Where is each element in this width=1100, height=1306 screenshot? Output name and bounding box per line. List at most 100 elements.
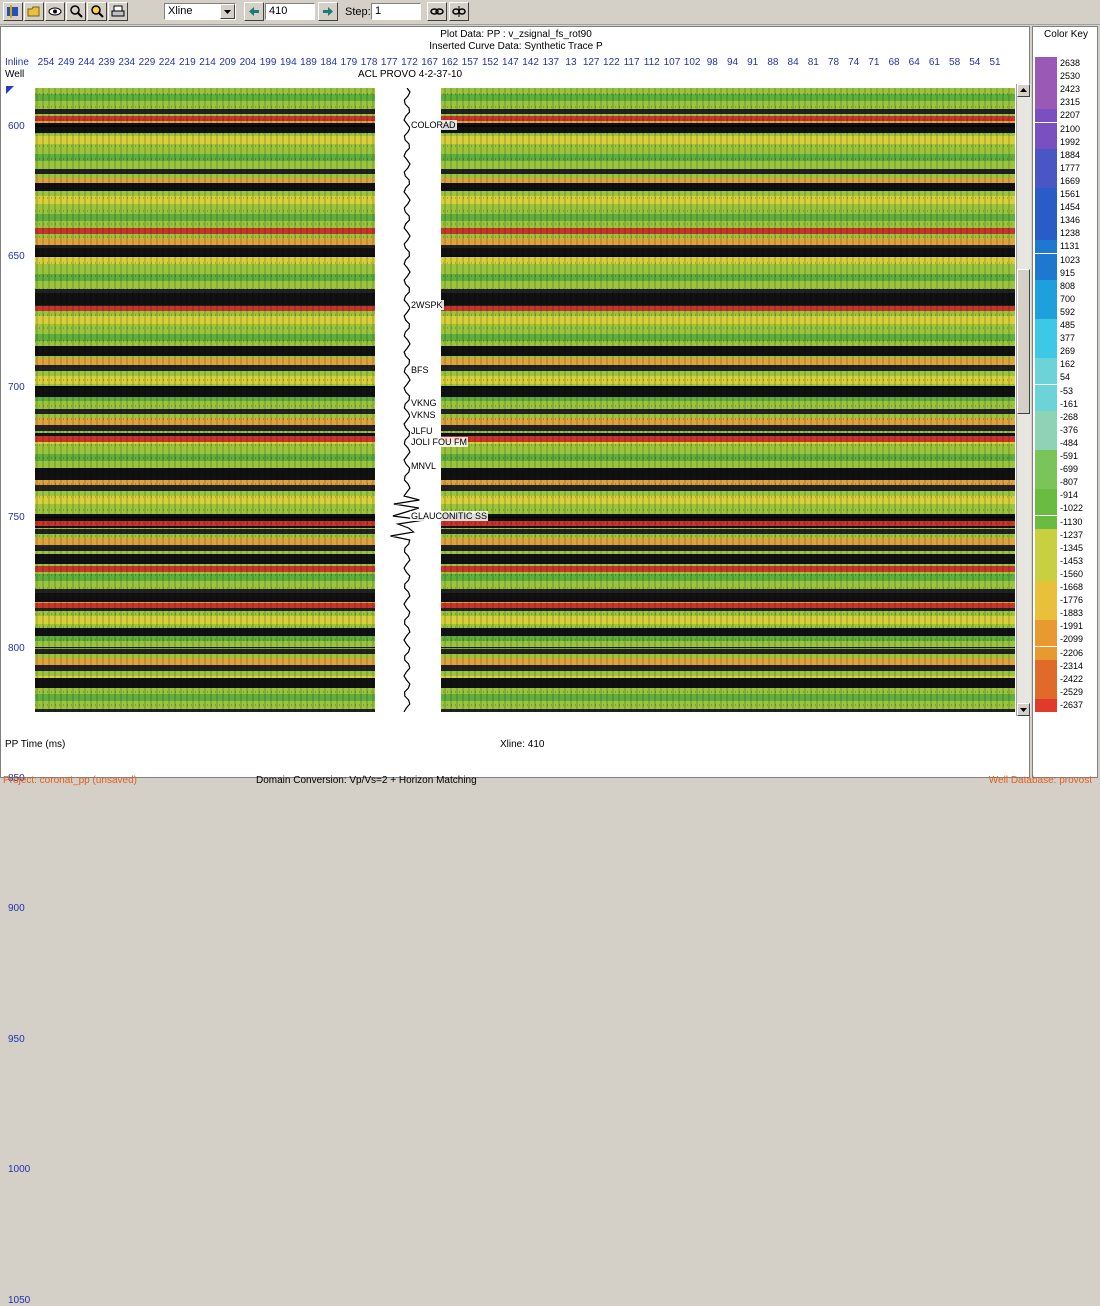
prev-line-button[interactable] <box>244 2 264 21</box>
strong-reflector <box>35 593 1015 602</box>
color-key-value: 1238 <box>1060 228 1081 239</box>
color-key-swatch <box>1035 332 1057 346</box>
color-key-value: 1346 <box>1060 215 1081 226</box>
inline-tick-label: 209 <box>219 57 237 68</box>
print-icon[interactable] <box>108 2 128 21</box>
color-key-value: -2206 <box>1060 647 1084 658</box>
inline-tick-label: 234 <box>118 57 136 68</box>
reflector-band <box>35 109 1015 114</box>
reflector-band <box>35 376 1015 384</box>
inline-tick-label: 162 <box>441 57 459 68</box>
color-key-swatch <box>1035 109 1057 123</box>
inline-tick-label: 219 <box>178 57 196 68</box>
strong-reflector <box>35 183 1015 191</box>
color-key-swatch <box>1035 489 1057 503</box>
reflector-band <box>35 208 1015 214</box>
reflector-band <box>35 136 1015 144</box>
strong-reflector <box>35 346 1015 356</box>
strong-reflector <box>35 293 1015 305</box>
inline-tick-label: 98 <box>706 57 718 68</box>
reflector-band <box>35 454 1015 461</box>
color-key-swatch <box>1035 515 1057 529</box>
reflector-band <box>35 264 1015 268</box>
color-key-value: -2099 <box>1060 634 1084 645</box>
color-key-swatch <box>1035 201 1057 215</box>
reflector-band <box>35 504 1015 508</box>
color-key-swatch <box>1035 607 1057 621</box>
strong-reflector <box>35 386 1015 397</box>
color-key-value: -484 <box>1060 437 1079 448</box>
reflector-band <box>35 94 1015 101</box>
time-tick-label: 950 <box>8 1033 25 1045</box>
vertical-scrollbar[interactable] <box>1016 84 1031 716</box>
color-key-value: -1022 <box>1060 503 1084 514</box>
unlink-icon[interactable] <box>449 2 469 21</box>
open-folder-icon[interactable] <box>24 2 44 21</box>
reflector-band <box>35 658 1015 665</box>
color-key-value: 808 <box>1060 280 1076 291</box>
inline-tick-label: 61 <box>928 57 940 68</box>
color-key-value: -2422 <box>1060 673 1084 684</box>
link-icon[interactable] <box>427 2 447 21</box>
axis-select[interactable]: Xline <box>164 3 236 20</box>
color-key-value: -591 <box>1060 451 1079 461</box>
reflector-band <box>35 324 1015 328</box>
color-key-swatch <box>1035 214 1057 228</box>
color-key-swatch <box>1035 685 1057 699</box>
inline-tick-label: 78 <box>827 57 840 68</box>
toolbar: Xline 410 Step: 1 <box>0 0 1100 25</box>
reflector-band <box>35 358 1015 365</box>
inline-tick-label: 54 <box>969 57 981 68</box>
open-well-icon[interactable] <box>3 2 23 21</box>
inline-tick-label: 142 <box>522 57 539 68</box>
zoom-area-icon[interactable] <box>87 2 107 21</box>
inline-tick-label: 71 <box>868 57 880 68</box>
color-key-value: 915 <box>1060 267 1076 278</box>
color-key-swatch <box>1035 502 1057 516</box>
reflector-band <box>35 665 1015 671</box>
color-key-value: 485 <box>1060 320 1076 330</box>
color-key-swatch <box>1035 122 1057 136</box>
inline-tick-label: 122 <box>603 57 620 68</box>
reflector-band <box>35 694 1015 701</box>
reflector-band <box>35 529 1015 534</box>
color-key-value: -2529 <box>1060 686 1084 697</box>
inline-tick-label: 157 <box>461 57 479 68</box>
scroll-thumb[interactable] <box>1017 269 1030 414</box>
color-key-value: -1668 <box>1060 582 1084 592</box>
color-key-swatch <box>1035 96 1057 110</box>
seismic-section[interactable] <box>35 88 1015 712</box>
reflector-band <box>35 238 1015 245</box>
color-key-value: -268 <box>1060 411 1079 422</box>
color-key-value: 1561 <box>1060 189 1081 199</box>
inline-tick-label: 13 <box>565 57 577 68</box>
inline-tick-label: 68 <box>888 57 900 68</box>
reflector-band <box>35 234 1015 238</box>
scroll-down-icon[interactable] <box>1017 703 1030 716</box>
horizon-label: VKNS <box>410 410 437 420</box>
inline-tick-label: 239 <box>98 57 115 68</box>
time-tick-label: 1050 <box>8 1294 31 1306</box>
step-label: Step: <box>345 6 371 18</box>
inline-tick-label: 224 <box>158 57 176 68</box>
color-key-value: 162 <box>1060 359 1076 370</box>
reflector-band <box>35 574 1015 581</box>
reflector-band <box>35 688 1015 694</box>
zoom-icon[interactable] <box>66 2 86 21</box>
scroll-up-icon[interactable] <box>1017 84 1030 97</box>
color-key-value: 2423 <box>1060 84 1081 95</box>
color-key-swatch <box>1035 410 1057 424</box>
line-number-input[interactable]: 410 <box>265 3 315 20</box>
color-key-swatch <box>1035 463 1057 477</box>
inline-tick-label: 91 <box>747 57 759 68</box>
marker-triangle-icon <box>6 86 14 94</box>
horizon-label: JOLI FOU FM <box>410 437 468 447</box>
step-input[interactable]: 1 <box>371 3 421 20</box>
color-key-value: 2315 <box>1060 97 1081 108</box>
eye-icon[interactable] <box>45 2 65 21</box>
color-key-value: 2100 <box>1060 123 1081 134</box>
reflector-band <box>35 448 1015 454</box>
next-line-button[interactable] <box>318 2 338 21</box>
inline-tick-label: 177 <box>380 57 398 68</box>
chevron-down-icon[interactable] <box>220 4 235 19</box>
